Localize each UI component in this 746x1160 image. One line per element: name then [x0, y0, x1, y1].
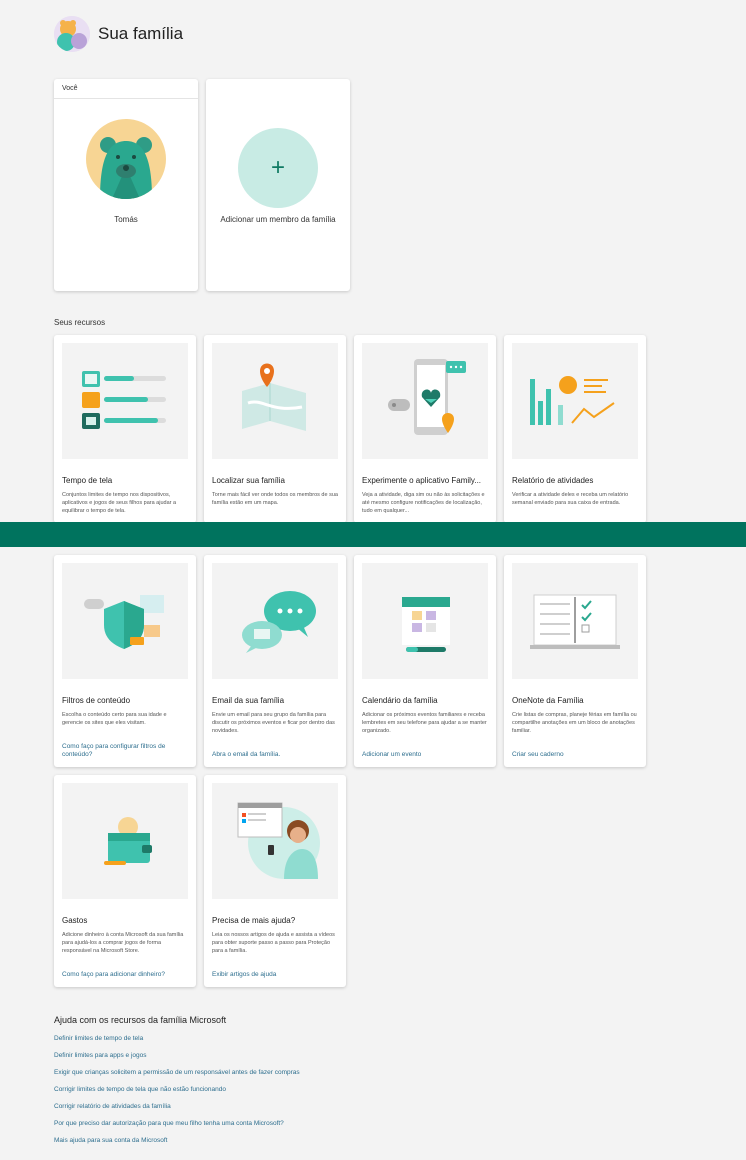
- member-name: Tomás: [114, 215, 138, 224]
- help-link[interactable]: Por que preciso dar autorização para que…: [54, 1120, 300, 1137]
- card-description: Adicione dinheiro à conta Microsoft da s…: [62, 932, 184, 954]
- card-title: Precisa de mais ajuda?: [212, 916, 296, 925]
- help-section-title: Ajuda com os recursos da família Microso…: [54, 1015, 227, 1025]
- help-link[interactable]: Exigir que crianças solicitem a permissã…: [54, 1069, 300, 1086]
- card-link[interactable]: Exibir artigos de ajuda: [212, 971, 338, 979]
- card-title: Relatório de atividades: [512, 476, 594, 485]
- card-title: OneNote da Família: [512, 696, 584, 705]
- shield-illustration-icon: [62, 563, 188, 679]
- card-more-help[interactable]: Precisa de mais ajuda? Leia os nossos ar…: [204, 775, 346, 987]
- help-link[interactable]: Corrigir limites de tempo de tela que nã…: [54, 1086, 300, 1103]
- help-link[interactable]: Definir limites de tempo de tela: [54, 1035, 300, 1052]
- card-activity-report[interactable]: Relatório de atividades Verificar a ativ…: [504, 335, 646, 523]
- card-title: Filtros de conteúdo: [62, 696, 131, 705]
- add-member-button[interactable]: +: [238, 128, 318, 208]
- resources-section-label: Seus recursos: [54, 318, 106, 327]
- help-links-list: Definir limites de tempo de tela Definir…: [54, 1035, 300, 1154]
- screen-time-illustration-icon: [62, 343, 188, 459]
- card-title: Experimente o aplicativo Family...: [362, 476, 482, 485]
- card-spending[interactable]: Gastos Adicione dinheiro à conta Microso…: [54, 775, 196, 987]
- page-header: Sua família: [54, 16, 183, 52]
- add-member-card[interactable]: + Adicionar um membro da família: [206, 79, 350, 291]
- card-title: Gastos: [62, 916, 88, 925]
- card-description: Veja a atividade, diga sim ou não às sol…: [362, 492, 485, 514]
- card-description: Leia os nossos artigos de ajuda e assist…: [212, 932, 335, 954]
- wallet-illustration-icon: [62, 783, 188, 899]
- card-content-filters[interactable]: Filtros de conteúdo Escolha o conteúdo c…: [54, 555, 196, 767]
- help-link[interactable]: Corrigir relatório de atividades da famí…: [54, 1103, 300, 1120]
- card-screen-time[interactable]: Tempo de tela Conjuntos limites de tempo…: [54, 335, 196, 523]
- card-link[interactable]: Como faço para adicionar dinheiro?: [62, 971, 188, 979]
- card-description: Conjuntos limites de tempo nos dispositi…: [62, 492, 177, 514]
- help-link[interactable]: Mais ajuda para sua conta da Microsoft: [54, 1137, 300, 1154]
- card-family-calendar[interactable]: Calendário da família Adicionar os próxi…: [354, 555, 496, 767]
- card-title: Calendário da família: [362, 696, 438, 705]
- phone-app-illustration-icon: [362, 343, 488, 459]
- activity-chart-illustration-icon: [512, 343, 638, 459]
- plus-icon: +: [270, 154, 285, 181]
- help-person-illustration-icon: [212, 783, 338, 899]
- card-family-app[interactable]: Experimente o aplicativo Family... Veja …: [354, 335, 496, 523]
- card-title: Tempo de tela: [62, 476, 113, 485]
- family-logo-icon: [54, 16, 90, 52]
- card-link[interactable]: Adicionar um evento: [362, 751, 488, 759]
- card-description: Torne mais fácil ver onde todos os membr…: [212, 492, 338, 506]
- card-title: Email da sua família: [212, 696, 285, 705]
- chat-illustration-icon: [212, 563, 338, 679]
- card-link[interactable]: Como faço para configurar filtros de con…: [62, 743, 188, 759]
- page-title: Sua família: [98, 24, 184, 43]
- card-find-family[interactable]: Localizar sua família Torne mais fácil v…: [204, 335, 346, 523]
- help-link[interactable]: Definir limites para apps e jogos: [54, 1052, 300, 1069]
- card-description: Adicionar os próximos eventos familiares…: [362, 712, 487, 734]
- card-family-onenote[interactable]: OneNote da Família Crie listas de compra…: [504, 555, 646, 767]
- notebook-illustration-icon: [512, 563, 638, 679]
- calendar-illustration-icon: [362, 563, 488, 679]
- card-description: Crie listas de compras, planeje férias e…: [512, 712, 637, 734]
- card-title: Localizar sua família: [212, 476, 285, 485]
- card-description: Envie um email para seu grupo da família…: [212, 712, 335, 734]
- card-link[interactable]: Criar seu caderno: [512, 751, 638, 759]
- member-card-self[interactable]: Você Tomás: [54, 79, 198, 291]
- bear-avatar-icon: [86, 119, 166, 199]
- map-illustration-icon: [212, 343, 338, 459]
- card-family-email[interactable]: Email da sua família Envie um email para…: [204, 555, 346, 767]
- card-description: Escolha o conteúdo certo para sua idade …: [62, 712, 167, 726]
- card-link[interactable]: Abra o email da família.: [212, 751, 338, 759]
- add-member-label: Adicionar um membro da família: [220, 215, 336, 224]
- accent-band: [0, 522, 746, 547]
- card-description: Verificar a atividade deles e receba um …: [512, 492, 629, 506]
- member-tag: Você: [54, 79, 198, 99]
